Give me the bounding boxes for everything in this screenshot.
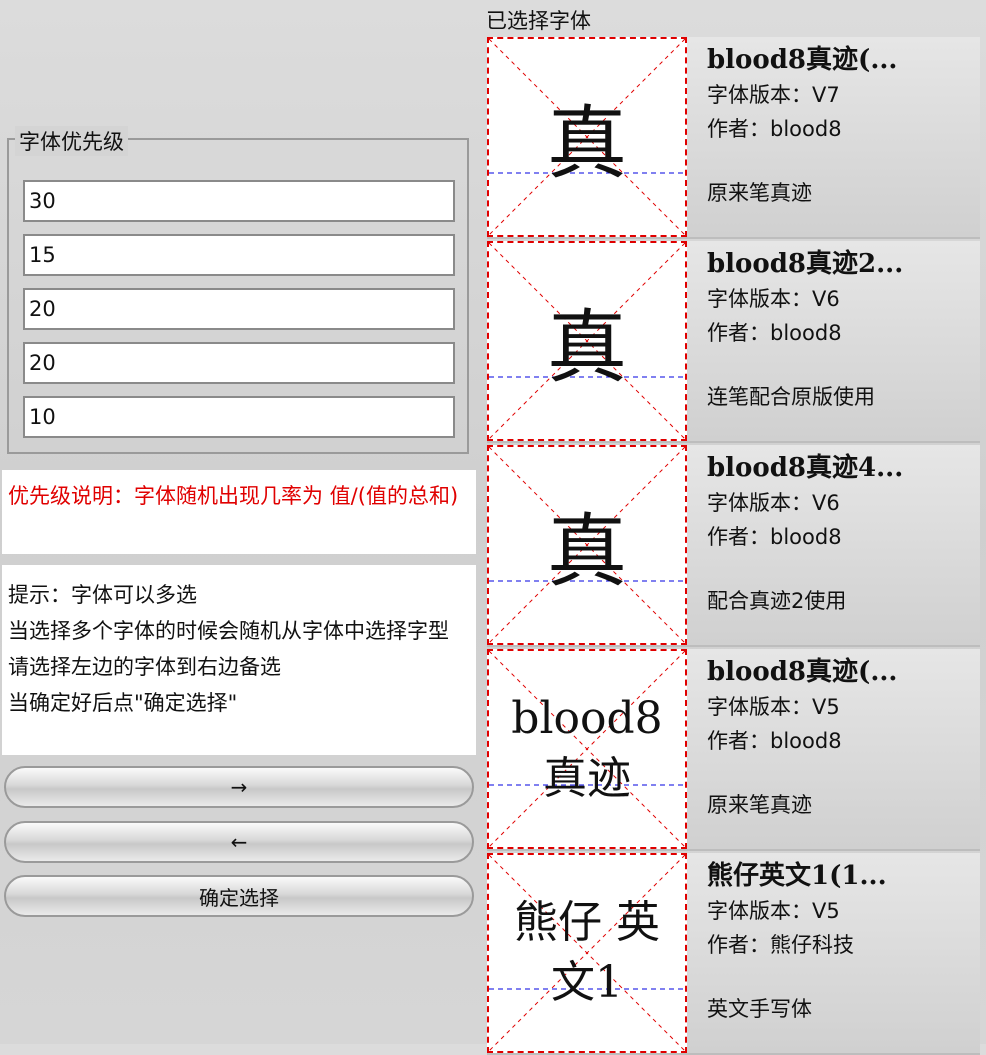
font-preview: 熊仔 英文1 — [487, 853, 687, 1053]
font-description: 英文手写体 — [707, 997, 812, 1021]
font-preview-glyph: 熊仔 英文1 — [514, 897, 660, 1008]
priority-group: 字体优先级 — [7, 126, 469, 454]
font-name: 熊仔英文1(1... — [707, 861, 887, 891]
confirm-selection-button[interactable]: 确定选择 — [4, 875, 474, 917]
font-card[interactable]: 真 blood8真迹2... 字体版本：V6 作者：blood8 连笔配合原版使… — [487, 241, 980, 443]
left-panel: 字体优先级 优先级说明：字体随机出现几率为 值/(值的总和) 提示：字体可以多选… — [0, 0, 480, 1044]
font-card[interactable]: blood8 真迹 blood8真迹(... 字体版本：V5 作者：blood8… — [487, 649, 980, 851]
font-preview: 真 — [487, 37, 687, 237]
priority-input-3[interactable] — [23, 288, 455, 330]
font-card[interactable]: 熊仔 英文1 熊仔英文1(1... 字体版本：V5 作者：熊仔科技 英文手写体 — [487, 853, 980, 1055]
font-description: 原来笔真迹 — [707, 793, 812, 817]
tip-line-1: 提示：字体可以多选 — [8, 583, 197, 607]
font-version: 字体版本：V6 — [707, 491, 840, 515]
font-version: 字体版本：V6 — [707, 287, 840, 311]
priority-note: 优先级说明：字体随机出现几率为 值/(值的总和) — [2, 470, 476, 554]
priority-input-1[interactable] — [23, 180, 455, 222]
font-preview: blood8 真迹 — [487, 649, 687, 849]
selected-fonts-title: 已选择字体 — [486, 9, 591, 33]
font-card[interactable]: 真 blood8真迹(... 字体版本：V7 作者：blood8 原来笔真迹 — [487, 37, 980, 239]
font-author: 作者：熊仔科技 — [707, 933, 854, 957]
tip-line-2: 当选择多个字体的时候会随机从字体中选择字型 — [8, 619, 449, 643]
priority-input-4[interactable] — [23, 342, 455, 384]
font-preview-glyph: blood8 真迹 — [511, 693, 663, 804]
font-preview: 真 — [487, 445, 687, 645]
font-version: 字体版本：V7 — [707, 83, 840, 107]
font-name: blood8真迹(... — [707, 45, 898, 75]
font-author: 作者：blood8 — [707, 729, 842, 753]
add-font-button[interactable]: → — [4, 766, 474, 808]
font-name: blood8真迹2... — [707, 249, 904, 279]
font-author: 作者：blood8 — [707, 321, 842, 345]
font-preview-glyph: 真 — [547, 97, 627, 190]
font-description: 连笔配合原版使用 — [707, 385, 875, 409]
font-preview: 真 — [487, 241, 687, 441]
font-card[interactable]: 真 blood8真迹4... 字体版本：V6 作者：blood8 配合真迹2使用 — [487, 445, 980, 647]
tip-line-4: 当确定好后点"确定选择" — [8, 691, 238, 715]
font-preview-glyph: 真 — [547, 301, 627, 394]
font-author: 作者：blood8 — [707, 117, 842, 141]
priority-input-5[interactable] — [23, 396, 455, 438]
font-version: 字体版本：V5 — [707, 695, 840, 719]
font-name: blood8真迹4... — [707, 453, 904, 483]
priority-legend: 字体优先级 — [15, 126, 128, 156]
font-description: 配合真迹2使用 — [707, 589, 847, 613]
priority-input-2[interactable] — [23, 234, 455, 276]
remove-font-button[interactable]: ← — [4, 821, 474, 863]
font-preview-glyph: 真 — [547, 505, 627, 598]
font-description: 原来笔真迹 — [707, 181, 812, 205]
font-version: 字体版本：V5 — [707, 899, 840, 923]
tips-box: 提示：字体可以多选 当选择多个字体的时候会随机从字体中选择字型 请选择左边的字体… — [2, 565, 476, 755]
font-author: 作者：blood8 — [707, 525, 842, 549]
tip-line-3: 请选择左边的字体到右边备选 — [8, 655, 281, 679]
font-name: blood8真迹(... — [707, 657, 898, 687]
